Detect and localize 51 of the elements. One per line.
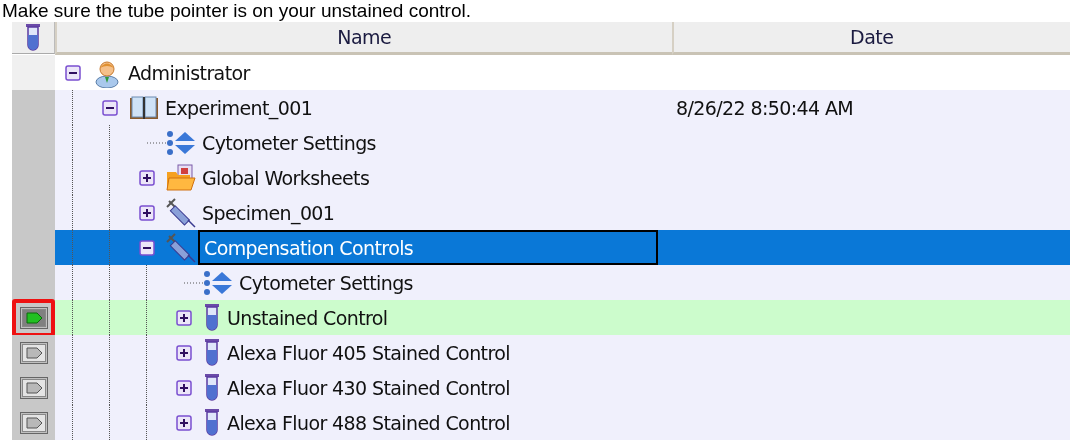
tree-row[interactable]: Alexa Fluor 430 Stained Control bbox=[55, 370, 1070, 405]
tube-icon bbox=[203, 302, 221, 333]
tree-item-label: Compensation Controls bbox=[198, 230, 658, 265]
settings-icon bbox=[203, 269, 233, 296]
folder-icon bbox=[166, 163, 196, 192]
syringe-icon bbox=[166, 197, 196, 228]
column-header[interactable]: Name bbox=[55, 22, 672, 55]
tree-row[interactable]: Global Worksheets bbox=[55, 160, 1070, 195]
book-icon bbox=[129, 94, 159, 121]
tree-item-label: Alexa Fluor 430 Stained Control bbox=[226, 375, 511, 401]
connector-line bbox=[147, 141, 166, 144]
tree-item-label: Alexa Fluor 488 Stained Control bbox=[226, 410, 511, 436]
column-header[interactable]: Date bbox=[671, 22, 1070, 55]
tree-row[interactable]: Experiment_001 8/26/22 8:50:44 AM bbox=[55, 90, 1070, 125]
tree-row[interactable]: Compensation Controls bbox=[55, 230, 1070, 265]
tree-row[interactable]: Unstained Control bbox=[55, 300, 1070, 335]
tree-item-label: Specimen_001 bbox=[201, 200, 336, 226]
expand-icon[interactable] bbox=[139, 169, 155, 186]
pointer-icon bbox=[19, 376, 48, 399]
tree-item-label: Administrator bbox=[127, 60, 252, 86]
expand-icon[interactable] bbox=[176, 379, 192, 396]
tree-row[interactable]: Cytometer Settings bbox=[55, 125, 1070, 160]
tube-icon bbox=[203, 337, 221, 368]
tube-icon bbox=[203, 407, 221, 438]
date-cell-text: 8/26/22 8:50:44 AM bbox=[675, 96, 854, 119]
tree-row[interactable]: Cytometer Settings bbox=[55, 265, 1070, 300]
tree-row[interactable]: Alexa Fluor 488 Stained Control bbox=[55, 405, 1070, 440]
pointer-icon bbox=[19, 411, 48, 434]
syringe-icon bbox=[166, 232, 196, 263]
connector-line bbox=[184, 281, 203, 284]
tree-item-label: Unstained Control bbox=[226, 305, 389, 331]
tree-item-label: Global Worksheets bbox=[201, 165, 371, 191]
tree-item-label: Alexa Fluor 405 Stained Control bbox=[226, 340, 511, 366]
collapse-icon[interactable] bbox=[102, 99, 118, 116]
tree-item-label: Cytometer Settings bbox=[201, 130, 377, 156]
tree-item-label: Cytometer Settings bbox=[238, 270, 414, 296]
expand-icon[interactable] bbox=[176, 309, 192, 326]
expand-icon[interactable] bbox=[176, 344, 192, 361]
collapse-icon[interactable] bbox=[65, 64, 81, 81]
expand-icon[interactable] bbox=[139, 204, 155, 221]
tree-row[interactable]: Specimen_001 bbox=[55, 195, 1070, 230]
settings-icon bbox=[166, 129, 196, 156]
collapse-icon[interactable] bbox=[139, 239, 155, 256]
tree-row[interactable]: Alexa Fluor 405 Stained Control bbox=[55, 335, 1070, 370]
tube-icon bbox=[203, 372, 221, 403]
expand-icon[interactable] bbox=[176, 414, 192, 431]
tube-icon bbox=[24, 22, 42, 53]
instruction-text: Make sure the tube pointer is on your unstained control. bbox=[1, 0, 472, 22]
tree-item-label: Experiment_001 bbox=[164, 95, 314, 121]
pointer-icon bbox=[19, 341, 48, 364]
pointer-icon bbox=[19, 306, 48, 329]
